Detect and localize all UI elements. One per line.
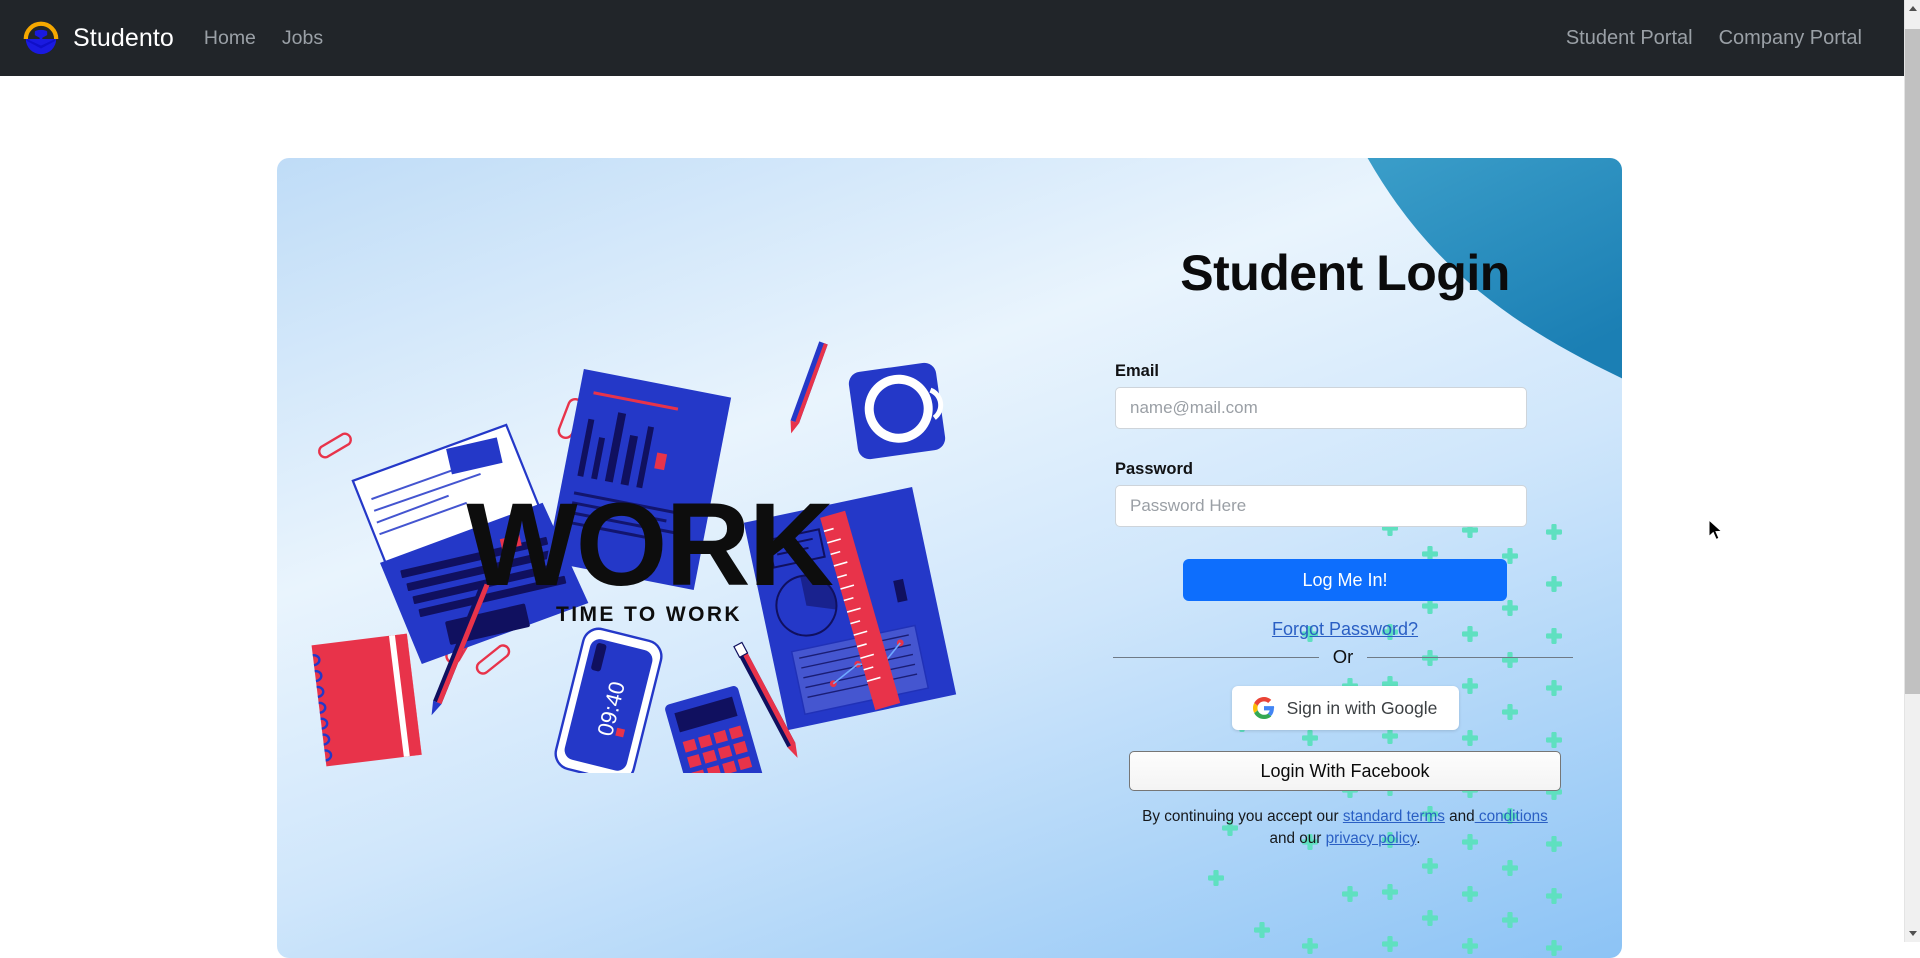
or-label: Or — [1332, 646, 1354, 667]
terms-disclaimer: By continuing you accept our standard te… — [1129, 806, 1561, 850]
login-form: Student Login Email Password Log Me In! … — [1113, 208, 1575, 850]
or-divider: Or — [1113, 646, 1573, 668]
scrollbar-thumb[interactable] — [1905, 29, 1920, 694]
standard-terms-link[interactable]: standard terms — [1343, 808, 1445, 825]
brand-logo-link[interactable]: Studento — [22, 19, 174, 57]
nav-link-company-portal[interactable]: Company Portal — [1719, 27, 1862, 50]
secondary-nav-links: Student Portal Company Portal — [1566, 27, 1880, 50]
illustration-headline: WORK — [466, 479, 833, 611]
terms-mid: and — [1444, 808, 1475, 825]
page-title: Student Login — [1180, 245, 1510, 301]
conditions-link[interactable]: conditions — [1475, 808, 1548, 825]
scroll-down-button[interactable] — [1905, 925, 1920, 942]
sign-in-with-google-button[interactable]: Sign in with Google — [1231, 686, 1459, 730]
brand-name-label: Studento — [73, 23, 174, 52]
password-field-group: Password — [1115, 460, 1575, 527]
terms-prefix: By continuing you accept our — [1142, 808, 1343, 825]
nav-link-jobs[interactable]: Jobs — [282, 27, 323, 50]
illustration-subhead: TIME TO WORK — [556, 603, 742, 626]
terms-mid2: and our — [1269, 830, 1326, 847]
primary-nav-links: Home Jobs — [204, 27, 323, 50]
top-navigation-bar: Studento Home Jobs Student Portal Compan… — [0, 0, 1904, 76]
login-card: 09:40 WORK TIME TO WORK Student Login Em… — [277, 158, 1622, 958]
vertical-scrollbar[interactable] — [1904, 0, 1920, 942]
nav-link-student-portal[interactable]: Student Portal — [1566, 27, 1693, 50]
email-field-group: Email — [1115, 362, 1575, 429]
scroll-up-button[interactable] — [1905, 0, 1920, 17]
nav-link-home[interactable]: Home — [204, 27, 256, 50]
log-me-in-button[interactable]: Log Me In! — [1183, 559, 1507, 601]
graduation-emblem-icon — [23, 21, 59, 55]
email-input[interactable] — [1115, 387, 1527, 429]
scroll-down-arrow-icon — [1909, 931, 1917, 936]
forgot-password-link[interactable]: Forgot Password? — [1115, 619, 1575, 640]
work-desk-illustration: 09:40 WORK TIME TO WORK — [311, 341, 957, 773]
scroll-up-arrow-icon — [1909, 6, 1917, 11]
divider-rule-right — [1367, 656, 1573, 658]
login-with-facebook-button[interactable]: Login With Facebook — [1129, 751, 1561, 791]
email-label: Email — [1115, 362, 1160, 380]
page-content-area: 09:40 WORK TIME TO WORK Student Login Em… — [0, 76, 1904, 958]
terms-suffix: . — [1416, 830, 1421, 847]
google-g-icon — [1252, 697, 1274, 719]
password-label: Password — [1115, 460, 1193, 478]
privacy-policy-link[interactable]: privacy policy — [1326, 830, 1417, 847]
google-button-label: Sign in with Google — [1286, 697, 1438, 718]
password-input[interactable] — [1115, 485, 1527, 527]
divider-rule-left — [1113, 656, 1319, 658]
